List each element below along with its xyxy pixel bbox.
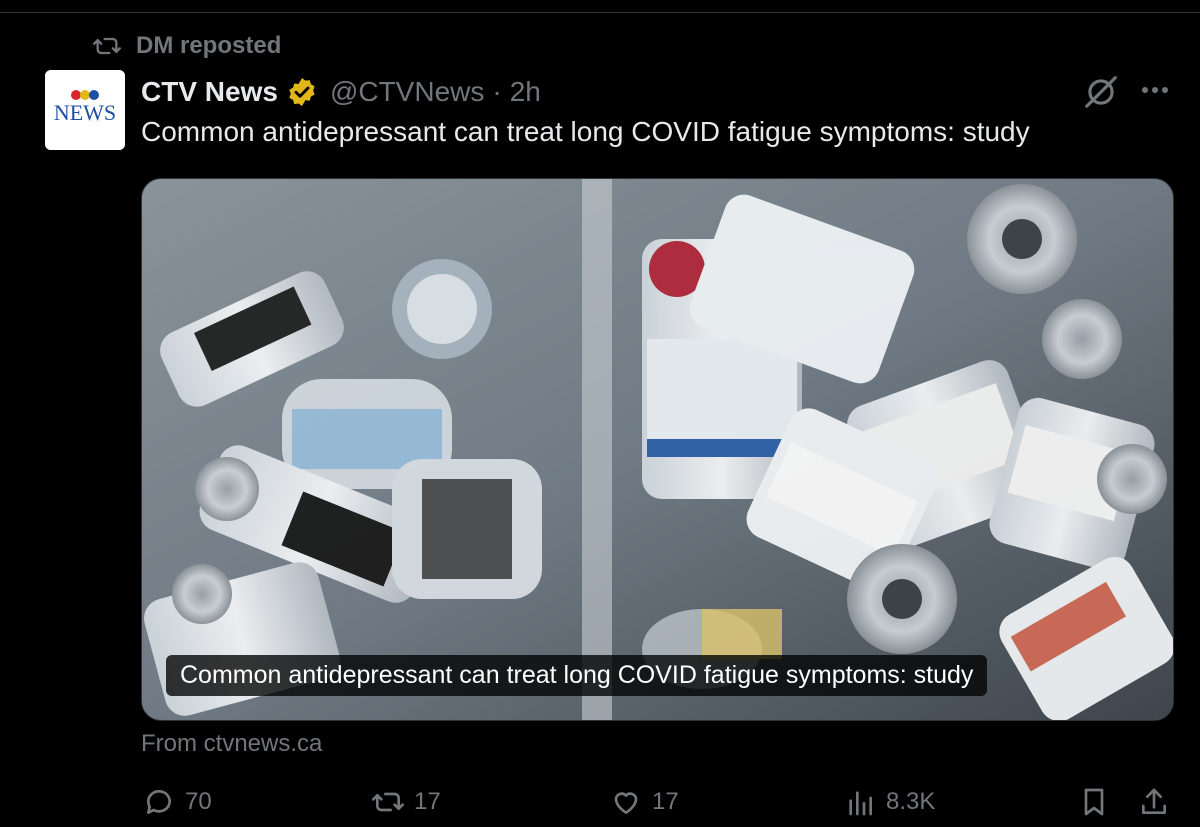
tweet-timestamp[interactable]: 2h: [510, 76, 541, 108]
ctv-logo-text: NEWS: [54, 100, 116, 125]
more-options-icon[interactable]: [1138, 80, 1172, 100]
bookmark-button[interactable]: [1078, 786, 1110, 818]
reply-icon: [147, 790, 171, 814]
repost-icon: [372, 792, 404, 812]
verified-badge-icon[interactable]: [286, 76, 318, 108]
vaccine-vials-photo: [142, 179, 1173, 720]
repost-button[interactable]: 17: [372, 786, 441, 818]
view-count: 8.3K: [886, 788, 936, 815]
media-caption: Common antidepressant can treat long COV…: [166, 655, 988, 696]
heart-icon: [614, 792, 638, 814]
author-avatar[interactable]: NEWS: [45, 70, 125, 150]
repost-icon: [93, 37, 122, 55]
tweet-actions-bar: 70 17 17 8.3K: [0, 786, 1200, 822]
like-button[interactable]: 17: [610, 786, 679, 818]
grok-icon[interactable]: [1082, 73, 1120, 111]
separator-dot: ·: [492, 76, 502, 107]
bookmark-icon: [1084, 788, 1104, 816]
reply-button[interactable]: 70: [143, 786, 212, 818]
repost-count: 17: [414, 788, 441, 815]
reply-count: 70: [185, 788, 212, 815]
views-button[interactable]: 8.3K: [844, 786, 935, 818]
ctv-news-logo: NEWS: [45, 70, 125, 150]
views-chart-icon: [849, 791, 872, 816]
top-divider: [0, 12, 1200, 13]
tweet-text: Common antidepressant can treat long COV…: [141, 116, 1030, 147]
tweet-header: CTV News @CTVNews · 2h: [141, 72, 541, 112]
author-handle[interactable]: @CTVNews: [330, 76, 484, 108]
share-icon: [1142, 788, 1166, 814]
repost-context[interactable]: DM reposted: [92, 32, 281, 60]
like-count: 17: [652, 788, 679, 815]
author-name[interactable]: CTV News: [141, 76, 278, 108]
share-button[interactable]: [1138, 786, 1170, 818]
source-link[interactable]: From ctvnews.ca: [141, 730, 322, 758]
repost-label: DM reposted: [136, 32, 282, 59]
media-card[interactable]: Common antidepressant can treat long COV…: [141, 178, 1174, 721]
